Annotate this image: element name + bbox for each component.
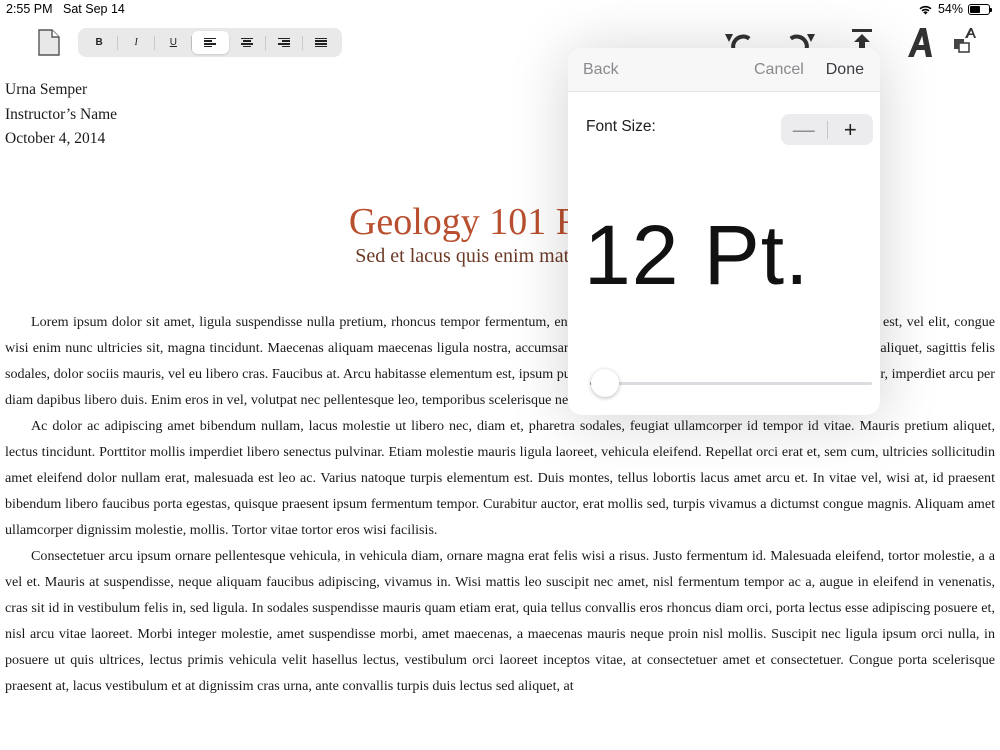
battery-icon (968, 3, 992, 15)
increase-font-size-button[interactable]: + (828, 114, 874, 145)
font-size-slider[interactable] (590, 369, 872, 397)
status-date: Sat Sep 14 (63, 2, 125, 16)
font-size-label: Font Size: (586, 118, 656, 135)
italic-label: I (134, 37, 138, 48)
done-button[interactable]: Done (826, 61, 864, 79)
paragraph: Consectetuer arcu ipsum ornare pellentes… (5, 548, 995, 694)
align-right-icon (277, 37, 290, 48)
font-size-value: 12 Pt. (584, 208, 810, 302)
align-left-icon (204, 37, 217, 48)
document-icon[interactable] (38, 29, 60, 56)
decrease-font-size-button[interactable]: — (781, 114, 827, 145)
status-time: 2:55 PM (6, 2, 53, 16)
paragraph: Ac dolor ac adipiscing amet bibendum nul… (5, 418, 995, 538)
font-size-stepper: — + (781, 114, 873, 145)
slider-thumb[interactable] (591, 369, 620, 397)
back-button[interactable]: Back (583, 61, 619, 79)
underline-label: U (169, 37, 177, 48)
battery-percent: 54% (937, 2, 963, 16)
italic-button[interactable]: I (118, 31, 154, 54)
justify-icon (314, 37, 327, 48)
status-bar: 2:55 PM Sat Sep 14 54% (0, 0, 1000, 20)
font-size-popover: Back Cancel Done Font Size: — + 12 Pt. (568, 48, 880, 415)
cancel-button[interactable]: Cancel (754, 61, 804, 79)
font-format-icon[interactable] (906, 26, 936, 58)
formatting-toolbar: B I U (78, 28, 342, 57)
align-center-icon (240, 37, 253, 48)
bold-button[interactable]: B (81, 31, 117, 54)
justify-button[interactable] (303, 31, 339, 54)
align-left-button[interactable] (192, 31, 229, 54)
align-right-button[interactable] (266, 31, 302, 54)
wifi-icon (919, 5, 932, 14)
style-icon[interactable] (952, 28, 978, 54)
align-center-button[interactable] (229, 31, 265, 54)
bold-label: B (95, 37, 103, 48)
popover-nav-bar: Back Cancel Done (568, 48, 880, 92)
underline-button[interactable]: U (155, 31, 191, 54)
status-indicators: 54% (918, 2, 992, 16)
